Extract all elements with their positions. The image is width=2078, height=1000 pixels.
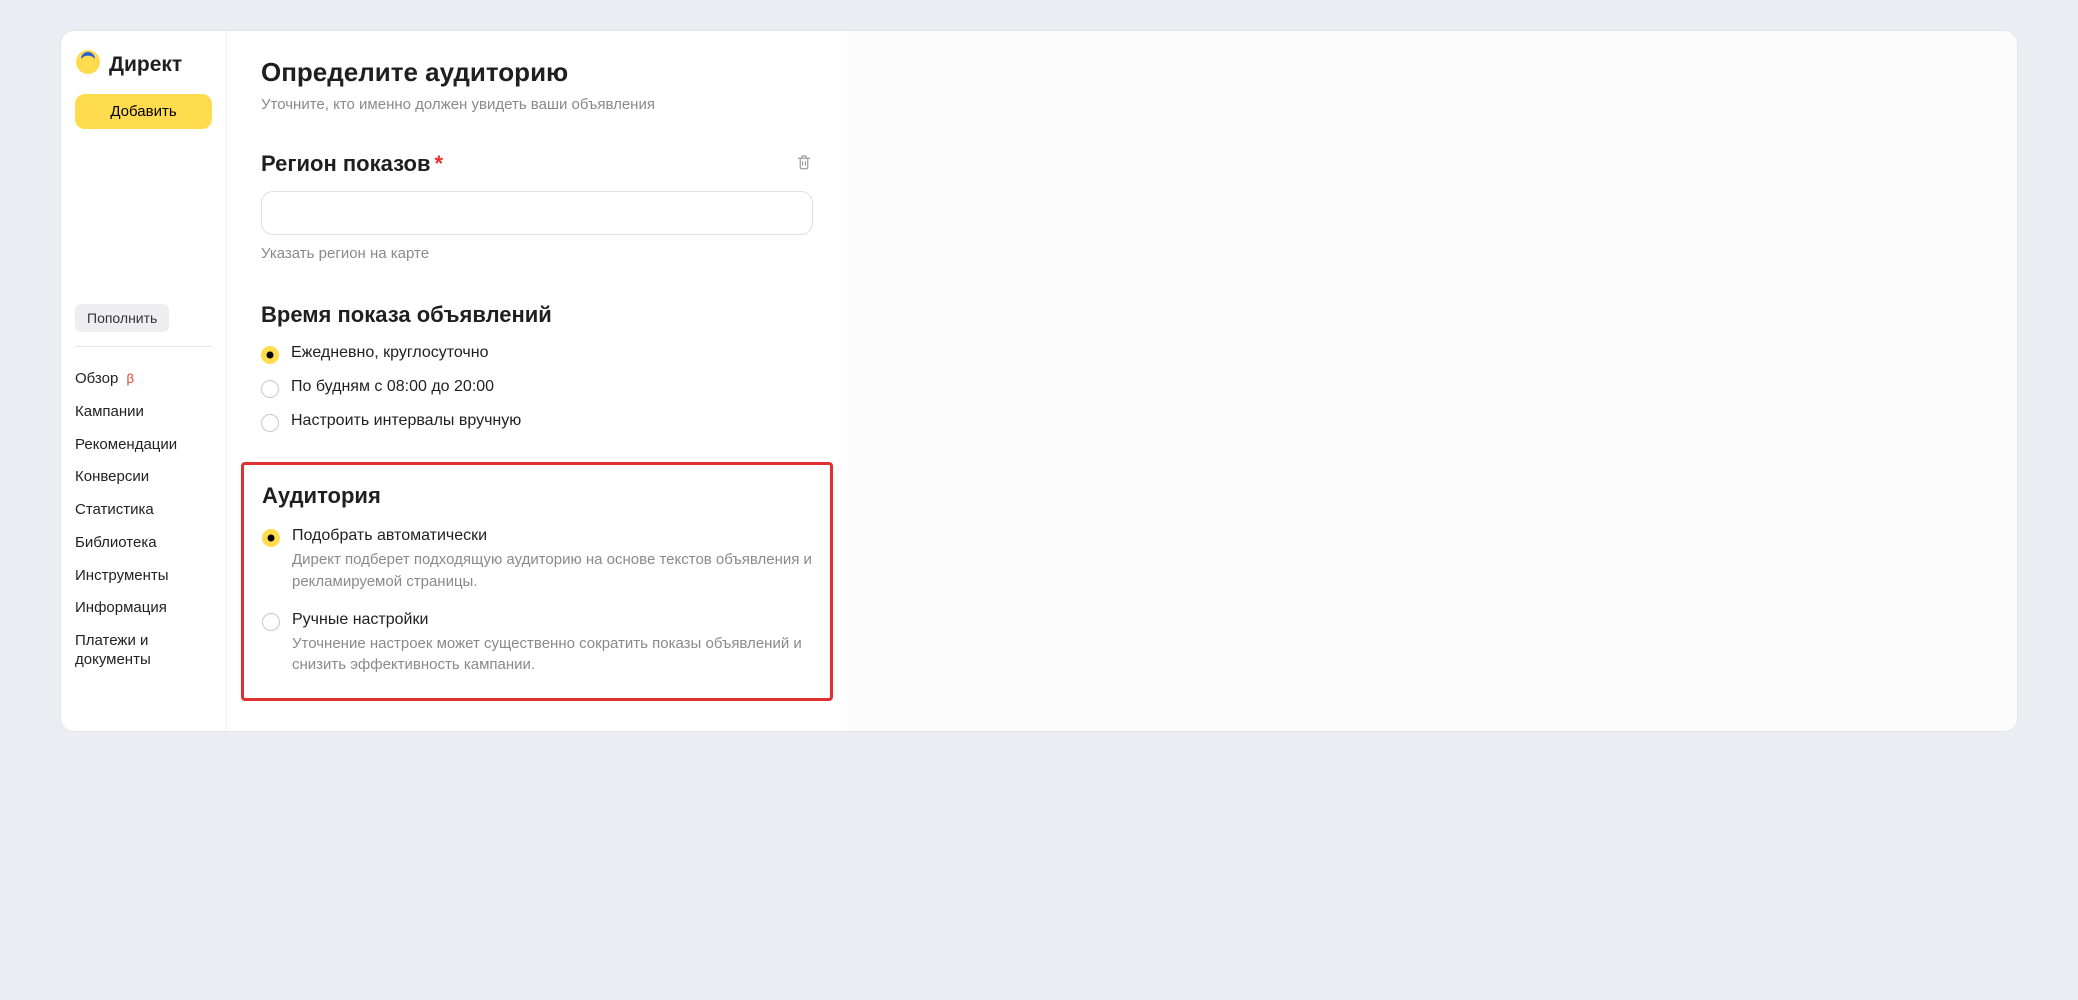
sidebar-item-label: Обзор — [75, 370, 118, 387]
radio-label: Подобрать автоматически — [292, 527, 812, 545]
sidebar-item-label: Кампании — [75, 403, 144, 420]
sidebar-item-label: Конверсии — [75, 468, 149, 485]
map-region-link[interactable]: Указать регион на карте — [261, 245, 429, 262]
add-button[interactable]: Добавить — [75, 94, 212, 129]
trash-icon[interactable] — [795, 152, 813, 177]
radio-body: Подобрать автоматически Директ подберет … — [292, 527, 812, 593]
radio-description: Уточнение настроек может существенно сок… — [292, 633, 812, 677]
sidebar-item-recommendations[interactable]: Рекомендации — [75, 429, 212, 462]
sidebar-item-label: Библиотека — [75, 534, 157, 551]
radio-label: Ручные настройки — [292, 611, 812, 629]
settings-panel: Определите аудиторию Уточните, кто именн… — [227, 31, 847, 731]
sidebar-item-info[interactable]: Информация — [75, 592, 212, 625]
main-area: Определите аудиторию Уточните, кто именн… — [227, 31, 2017, 731]
required-mark: * — [434, 151, 443, 176]
schedule-option-manual[interactable]: Настроить интервалы вручную — [261, 412, 813, 432]
audience-heading: Аудитория — [262, 483, 812, 509]
radio-icon — [262, 613, 280, 631]
audience-option-manual[interactable]: Ручные настройки Уточнение настроек може… — [262, 611, 812, 677]
sidebar-item-label: Статистика — [75, 501, 154, 518]
radio-label: Настроить интервалы вручную — [291, 412, 521, 430]
app-window: Директ Добавить Пополнить Обзор β Кампан… — [60, 30, 2018, 732]
sidebar-item-label: Информация — [75, 599, 167, 616]
radio-body: Ручные настройки Уточнение настроек може… — [292, 611, 812, 677]
beta-badge: β — [127, 371, 134, 386]
sidebar-divider — [75, 346, 212, 347]
brand-name: Директ — [109, 53, 182, 77]
sidebar-item-campaigns[interactable]: Кампании — [75, 396, 212, 429]
radio-description: Директ подберет подходящую аудиторию на … — [292, 549, 812, 593]
region-heading: Регион показов* — [261, 151, 443, 177]
sidebar-item-label: Инструменты — [75, 567, 169, 584]
sidebar-nav: Обзор β Кампании Рекомендации Конверсии … — [75, 363, 212, 677]
sidebar-item-library[interactable]: Библиотека — [75, 527, 212, 560]
schedule-heading: Время показа объявлений — [261, 302, 813, 328]
sidebar-item-label: Рекомендации — [75, 436, 177, 453]
radio-icon — [261, 346, 279, 364]
radio-label: По будням с 08:00 до 20:00 — [291, 378, 494, 396]
sidebar-item-label: Платежи и документы — [75, 632, 151, 668]
radio-icon — [261, 380, 279, 398]
sidebar-item-statistics[interactable]: Статистика — [75, 494, 212, 527]
sidebar-spacer — [75, 129, 212, 304]
radio-label: Ежедневно, круглосуточно — [291, 344, 489, 362]
radio-icon — [262, 529, 280, 547]
radio-icon — [261, 414, 279, 432]
audience-highlight-box: Аудитория Подобрать автоматически Директ… — [241, 462, 833, 701]
topup-button[interactable]: Пополнить — [75, 304, 169, 332]
sidebar-item-tools[interactable]: Инструменты — [75, 560, 212, 593]
region-section-header: Регион показов* — [261, 151, 813, 177]
audience-option-auto[interactable]: Подобрать автоматически Директ подберет … — [262, 527, 812, 593]
region-heading-text: Регион показов — [261, 151, 430, 176]
schedule-option-weekdays[interactable]: По будням с 08:00 до 20:00 — [261, 378, 813, 398]
brand-logo-icon — [75, 49, 101, 80]
page-title: Определите аудиторию — [261, 57, 813, 88]
sidebar-item-payments[interactable]: Платежи и документы — [75, 625, 212, 677]
sidebar: Директ Добавить Пополнить Обзор β Кампан… — [61, 31, 227, 731]
brand: Директ — [75, 49, 212, 80]
sidebar-item-overview[interactable]: Обзор β — [75, 363, 212, 396]
schedule-option-daily[interactable]: Ежедневно, круглосуточно — [261, 344, 813, 364]
page-subtitle: Уточните, кто именно должен увидеть ваши… — [261, 96, 813, 113]
region-input[interactable] — [261, 191, 813, 235]
sidebar-item-conversions[interactable]: Конверсии — [75, 461, 212, 494]
